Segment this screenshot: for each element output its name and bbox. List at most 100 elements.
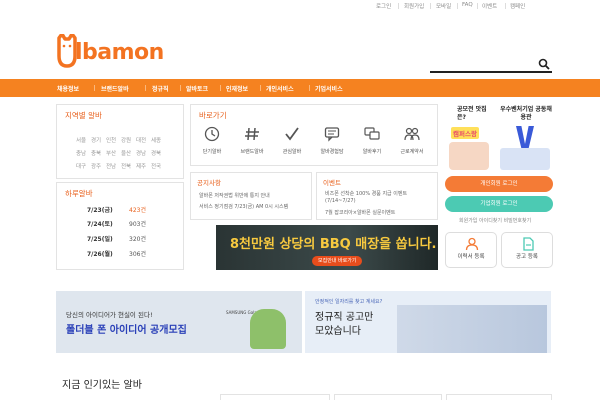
person-icon <box>465 237 479 251</box>
fulltime-banner-line0: 안정적인 일자리를 찾고 계세요? <box>315 299 383 305</box>
samsung-banner-line1: 당신의 아이디어가 현실이 된다! <box>66 311 153 319</box>
resume-register[interactable]: 이력서 등록 <box>445 232 497 268</box>
region-item[interactable]: 인천 <box>106 136 116 144</box>
daily-count[interactable]: 306건 <box>129 249 146 258</box>
region-item[interactable]: 울산 <box>121 149 131 157</box>
notice-panel: 공지사항 알바몬 저작권법 위반에 통지 안내 서비스 정기점검 7/23(금)… <box>190 172 312 220</box>
shortcut-panel: 바로가기 단기알바 브랜드알바 관심알바 알바경험담 알바후기 근로계약서 <box>190 104 438 166</box>
top-link-login[interactable]: 로그인 <box>376 2 391 10</box>
region-item[interactable]: 경기 <box>91 136 101 144</box>
event-item[interactable]: 비즈폰 선착순 100% 경품 지급 이벤트 (7/14~7/27) <box>325 191 437 205</box>
personal-login-button[interactable]: 개인회원 로그인 <box>445 176 553 192</box>
fulltime-banner[interactable]: 안정적인 일자리를 찾고 계세요? 정규직 공고만 모았습니다 <box>305 291 551 353</box>
popular-card[interactable] <box>334 394 442 400</box>
daily-date[interactable]: 7/25(일) <box>87 234 113 243</box>
region-item[interactable]: 전국 <box>151 162 161 170</box>
contest-ad[interactable]: 공모전 맛집은? 캠퍼스랑 <box>445 104 493 170</box>
main-nav: 채용정보 브랜드알바 정규직 알바토크 인재정보 개인서비스 기업서비스 <box>0 79 600 97</box>
event-panel: 이벤트 비즈폰 선착순 100% 경품 지급 이벤트 (7/14~7/27) 7… <box>316 172 438 220</box>
shortcut-label: 근로계약서 <box>400 149 424 155</box>
region-item[interactable]: 제주 <box>136 162 146 170</box>
top-link-mobile[interactable]: 모바일 <box>436 2 451 10</box>
search-input[interactable] <box>430 57 535 71</box>
region-item[interactable]: 충남 <box>76 149 86 157</box>
bbq-banner[interactable]: 8천만원 상당의 BBQ 매장을 쏩니다. 모집안내 바로가기 <box>216 225 438 270</box>
job-post-register[interactable]: 공고 등록 <box>501 232 553 268</box>
daily-date[interactable]: 7/24(토) <box>87 219 113 228</box>
shortcut-interest[interactable]: 관심알바 <box>277 126 307 155</box>
samsung-banner-line2: 폴더블 폰 아이디어 공개모집 <box>66 325 187 336</box>
top-link-campaign[interactable]: 캠페인 <box>510 2 525 10</box>
nav-item-talk[interactable]: 알바토크 <box>186 84 208 93</box>
region-panel: 지역별 알바 서울 경기 인천 강원 대전 세종 충남 충북 부산 울산 경남 … <box>56 104 184 179</box>
region-item[interactable]: 세종 <box>151 136 161 144</box>
chat-icon <box>324 127 340 142</box>
shortcut-brand[interactable]: 브랜드알바 <box>237 126 267 155</box>
search-icon[interactable] <box>538 58 550 70</box>
notice-item[interactable]: 알바몬 저작권법 위반에 통지 안내 <box>199 192 270 199</box>
nav-item-personal[interactable]: 개인서비스 <box>266 84 294 93</box>
nav-item-business[interactable]: 기업서비스 <box>315 84 343 93</box>
top-link-event[interactable]: 이벤트 <box>482 2 497 10</box>
venture-ad-text: 우수벤처기업 공동채용관 <box>500 106 552 121</box>
shortcut-label: 알바경험담 <box>320 149 344 155</box>
region-item[interactable]: 강원 <box>121 136 131 144</box>
resume-register-label: 이력서 등록 <box>457 254 485 260</box>
contest-ad-text: 공모전 맛집은? <box>457 106 487 121</box>
clock-icon <box>204 126 220 142</box>
top-link-signup[interactable]: 회원가입 <box>404 2 424 10</box>
login-help-links[interactable]: 회원가입 아이디찾기 비밀번호찾기 <box>459 217 531 224</box>
top-link-faq[interactable]: FAQ <box>462 2 473 8</box>
nav-item-fulltime[interactable]: 정규직 <box>152 84 169 93</box>
region-item[interactable]: 부산 <box>106 149 116 157</box>
region-item[interactable]: 서울 <box>76 136 86 144</box>
fulltime-banner-line1: 정규직 공고만 <box>315 312 374 323</box>
bbq-banner-button[interactable]: 모집안내 바로가기 <box>312 256 363 266</box>
region-item[interactable]: 전남 <box>106 162 116 170</box>
event-item[interactable]: 7월 잡코리아×알바몬 실문이벤트 <box>325 209 395 216</box>
shortcut-short-term[interactable]: 단기알바 <box>197 126 227 155</box>
nav-item-brand[interactable]: 브랜드알바 <box>101 84 129 93</box>
venture-ad[interactable]: 우수벤처기업 공동채용관 <box>496 104 554 170</box>
shortcut-experience[interactable]: 알바경험담 <box>317 126 347 155</box>
people-icon <box>404 127 420 141</box>
notice-item[interactable]: 서비스 정기점검 7/23(금) AM 0시 시스템 <box>199 203 288 210</box>
daily-count[interactable]: 423건 <box>129 205 146 214</box>
nav-item-talent[interactable]: 인재정보 <box>226 84 248 93</box>
region-item[interactable]: 대전 <box>136 136 146 144</box>
nav-item-jobs[interactable]: 채용정보 <box>57 84 79 93</box>
region-item[interactable]: 대구 <box>76 162 86 170</box>
daily-panel: 하루알바 7/23(금) 423건 7/24(토) 903건 7/25(일) 3… <box>56 182 184 270</box>
samsung-banner[interactable]: 당신의 아이디어가 현실이 된다! 폴더블 폰 아이디어 공개모집 SAMSUN… <box>56 291 302 353</box>
shortcut-label: 단기알바 <box>202 149 222 155</box>
daily-title: 하루알바 <box>65 189 93 198</box>
region-item[interactable]: 경북 <box>151 149 161 157</box>
job-post-register-label: 공고 등록 <box>516 254 538 260</box>
popular-card[interactable] <box>446 394 552 400</box>
popular-card[interactable] <box>220 394 330 400</box>
shortcut-label: 알바후기 <box>362 149 382 155</box>
albamon-logo[interactable]: lbamon <box>56 34 196 70</box>
region-item[interactable]: 전북 <box>121 162 131 170</box>
event-title: 이벤트 <box>323 179 341 187</box>
bbq-banner-text: 8천만원 상당의 BBQ 매장을 쏩니다. <box>230 237 437 252</box>
region-item[interactable]: 광주 <box>91 162 101 170</box>
notice-title: 공지사항 <box>197 179 221 187</box>
shortcut-label: 관심알바 <box>282 149 302 155</box>
region-item[interactable]: 경남 <box>136 149 146 157</box>
region-item[interactable]: 충북 <box>91 149 101 157</box>
daily-date[interactable]: 7/26(월) <box>87 249 113 258</box>
search-bar <box>430 57 552 73</box>
venture-ad-illustration <box>500 148 550 170</box>
top-utility-bar: 로그인 회원가입 모바일 FAQ 이벤트 캠페인 <box>0 0 600 12</box>
shortcut-label: 브랜드알바 <box>240 149 264 155</box>
shortcut-contract[interactable]: 근로계약서 <box>397 126 427 155</box>
document-icon <box>523 237 534 251</box>
samsung-banner-illustration <box>250 309 286 349</box>
shortcut-review[interactable]: 알바후기 <box>357 126 387 155</box>
daily-count[interactable]: 320건 <box>129 234 146 243</box>
corporate-login-button[interactable]: 기업회원 로그인 <box>445 196 553 212</box>
daily-count[interactable]: 903건 <box>129 219 146 228</box>
logo-text: lbamon <box>75 40 164 65</box>
daily-date[interactable]: 7/23(금) <box>87 205 113 214</box>
